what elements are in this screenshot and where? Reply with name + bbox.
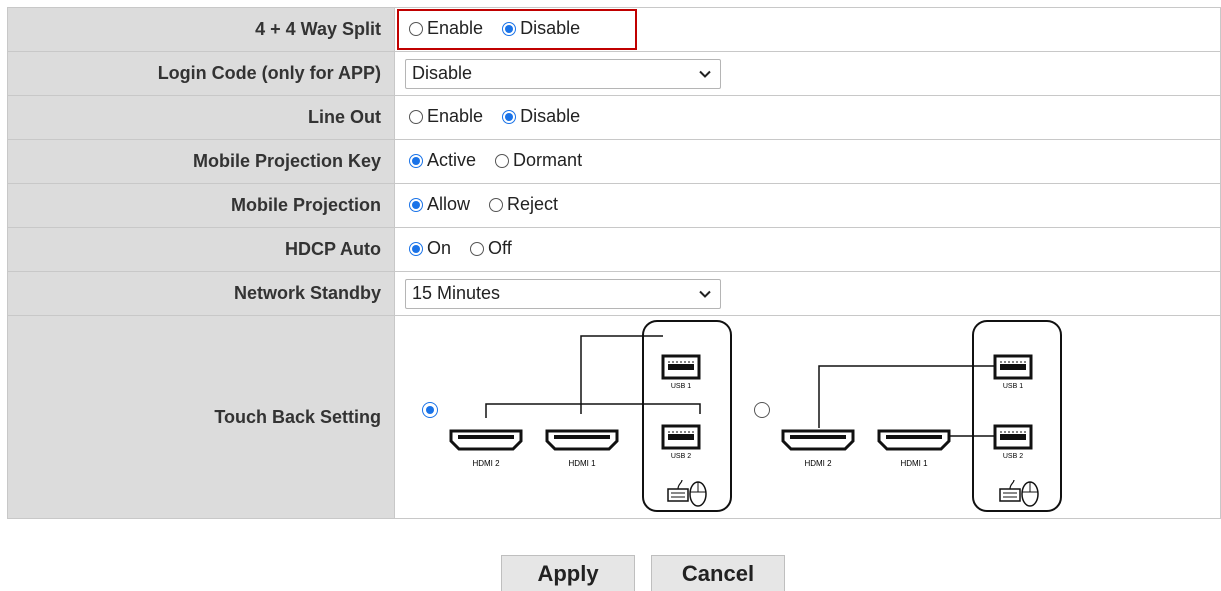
hdmi-port-icon: [449, 429, 523, 451]
projection-allow-radio[interactable]: Allow: [409, 194, 470, 215]
row-mobile-projection: Mobile Projection Allow Reject: [7, 183, 1221, 228]
chevron-down-icon: [699, 70, 711, 78]
settings-table: 4 + 4 Way Split Enable Disable Login Cod…: [7, 7, 1221, 519]
keyboard-mouse-icon: [999, 479, 1039, 507]
cancel-button[interactable]: Cancel: [651, 555, 785, 591]
row-hdcp-auto: HDCP Auto On Off: [7, 227, 1221, 272]
projection-key-dormant-radio[interactable]: Dormant: [495, 150, 582, 171]
hdmi-port-icon: [545, 429, 619, 451]
row-touch-back-setting: Touch Back Setting HDMI 2 HDMI 1 USB 1 U…: [7, 315, 1221, 519]
touch-back-option-1: HDMI 2 HDMI 1 USB 1 USB 2: [449, 320, 732, 512]
line-out-enable-radio[interactable]: Enable: [409, 106, 483, 127]
keyboard-mouse-icon: [667, 479, 707, 507]
radio-circle-selected[interactable]: [409, 197, 423, 212]
projection-reject-radio[interactable]: Reject: [489, 194, 558, 215]
split-disable-radio[interactable]: Disable: [502, 18, 580, 39]
row-label: HDCP Auto: [7, 227, 395, 272]
row-4-4-way-split: 4 + 4 Way Split Enable Disable: [7, 7, 1221, 52]
usb-label: USB 2: [1003, 453, 1023, 460]
hdmi-label: HDMI 2: [472, 459, 500, 468]
row-mobile-projection-key: Mobile Projection Key Active Dormant: [7, 139, 1221, 184]
touch-back-diagram: HDMI 2 HDMI 1 USB 1 USB 2 HDMI 2 HDMI 1 …: [449, 320, 1062, 512]
row-label: Line Out: [7, 95, 395, 140]
row-login-code: Login Code (only for APP) Disable: [7, 51, 1221, 96]
touch-back-option-2-radio[interactable]: [754, 402, 770, 418]
apply-button[interactable]: Apply: [501, 555, 635, 591]
radio-circle-selected[interactable]: [409, 153, 423, 168]
login-code-select[interactable]: Disable: [405, 58, 721, 89]
row-label: Mobile Projection Key: [7, 139, 395, 184]
hdmi-label: HDMI 2: [804, 459, 832, 468]
usb-label: USB 1: [1003, 383, 1023, 390]
split-enable-radio[interactable]: Enable: [409, 18, 483, 39]
row-line-out: Line Out Enable Disable: [7, 95, 1221, 140]
network-standby-select[interactable]: 15 Minutes: [405, 278, 721, 309]
projection-key-active-radio[interactable]: Active: [409, 150, 476, 171]
hdmi-label: HDMI 1: [900, 459, 928, 468]
radio-circle-selected[interactable]: [502, 21, 517, 36]
radio-circle[interactable]: [409, 109, 423, 124]
hdcp-on-radio[interactable]: On: [409, 238, 451, 259]
radio-circle-selected[interactable]: [409, 241, 423, 256]
line-out-disable-radio[interactable]: Disable: [502, 106, 580, 127]
row-network-standby: Network Standby 15 Minutes: [7, 271, 1221, 316]
hdmi-port-icon: [781, 429, 855, 451]
usb-port-icon: [661, 424, 701, 450]
row-label: Login Code (only for APP): [7, 51, 395, 96]
row-label: 4 + 4 Way Split: [7, 7, 395, 52]
touch-back-option-1-radio[interactable]: [422, 402, 438, 418]
row-label: Mobile Projection: [7, 183, 395, 228]
usb-label: USB 1: [671, 383, 691, 390]
radio-circle[interactable]: [409, 21, 423, 36]
hdmi-port-icon: [877, 429, 951, 451]
usb-port-icon: [993, 354, 1033, 380]
touch-back-option-2: HDMI 2 HDMI 1 USB 1 USB 2: [781, 320, 1062, 512]
usb-port-icon: [993, 424, 1033, 450]
hdcp-off-radio[interactable]: Off: [470, 238, 512, 259]
usb-label: USB 2: [671, 453, 691, 460]
hdmi-label: HDMI 1: [568, 459, 596, 468]
chevron-down-icon: [699, 290, 711, 298]
radio-circle[interactable]: [470, 241, 485, 256]
row-label: Network Standby: [7, 271, 395, 316]
radio-circle-selected[interactable]: [502, 109, 517, 124]
radio-circle[interactable]: [489, 197, 504, 212]
usb-port-icon: [661, 354, 701, 380]
row-label: Touch Back Setting: [7, 315, 395, 519]
radio-circle[interactable]: [495, 153, 510, 168]
